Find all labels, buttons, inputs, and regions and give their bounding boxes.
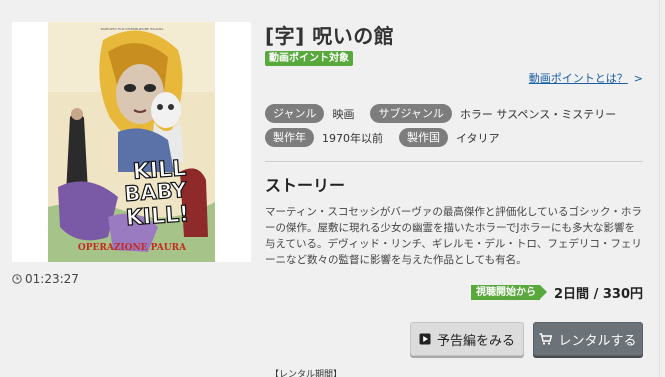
point-info-link-label[interactable]: 動画ポイントとは？ xyxy=(529,72,628,85)
clock-icon xyxy=(12,274,22,284)
meta-row-production: 製作年 1970年以前 製作国 イタリア xyxy=(265,128,516,147)
meta-row-genre: ジャンル 映画 サブジャンル ホラー サスペンス・ミステリー xyxy=(265,104,632,123)
subgenre-value[interactable]: ホラー サスペンス・ミステリー xyxy=(460,106,616,122)
rental-period-heading: 【レンタル期間】 xyxy=(270,370,343,377)
rent-button-label[interactable]: レンタルする xyxy=(558,330,636,349)
subgenre-pill: サブジャンル xyxy=(370,104,452,123)
page-scrollbar[interactable] xyxy=(659,0,665,377)
trailer-button[interactable]: 予告編をみる xyxy=(410,322,524,356)
price-row: 視聴開始から 2日間 / 330円 xyxy=(471,283,643,302)
story-heading: ストーリー xyxy=(265,176,346,195)
point-info-link[interactable]: 動画ポイントとは？ > xyxy=(529,70,643,86)
duration-text: 01:23:27 xyxy=(25,272,79,286)
genre-value[interactable]: 映画 xyxy=(332,106,354,122)
duration: 01:23:27 xyxy=(12,272,79,286)
play-icon xyxy=(419,333,431,345)
genre-pill: ジャンル xyxy=(265,104,325,123)
country-value[interactable]: イタリア xyxy=(456,130,500,146)
trailer-button-label[interactable]: 予告編をみる xyxy=(437,330,515,349)
year-pill: 製作年 xyxy=(265,128,314,147)
year-value[interactable]: 1970年以前 xyxy=(322,130,383,146)
poster-title-line3: KILL! xyxy=(125,202,190,231)
section-divider xyxy=(265,161,643,162)
stream-period-badge: 視聴開始から xyxy=(471,285,548,300)
poster-subtitle: OPERAZIONE PAURA xyxy=(78,243,187,253)
rental-price: 2日間 / 330円 xyxy=(554,287,643,302)
country-pill: 製作国 xyxy=(399,128,448,147)
story-text: マーティン・スコセッシがバーヴァの最高傑作と評価化しているゴシック・ホラーの傑作… xyxy=(265,206,642,266)
cart-icon xyxy=(539,333,553,345)
rent-button[interactable]: レンタルする xyxy=(533,322,643,356)
poster-container: KILL BABY KILL! OPERAZIONE PAURA RAPPORT… xyxy=(12,22,251,262)
poster-small-print: RAPPORTO FILM DISTRIBUZIONE ITALIANA xyxy=(101,27,165,31)
movie-poster: KILL BABY KILL! OPERAZIONE PAURA RAPPORT… xyxy=(48,22,215,262)
chevron-right-icon: > xyxy=(633,72,643,85)
point-target-badge: 動画ポイント対象 xyxy=(265,51,353,66)
page-title: [字] 呪いの館 xyxy=(265,24,395,48)
